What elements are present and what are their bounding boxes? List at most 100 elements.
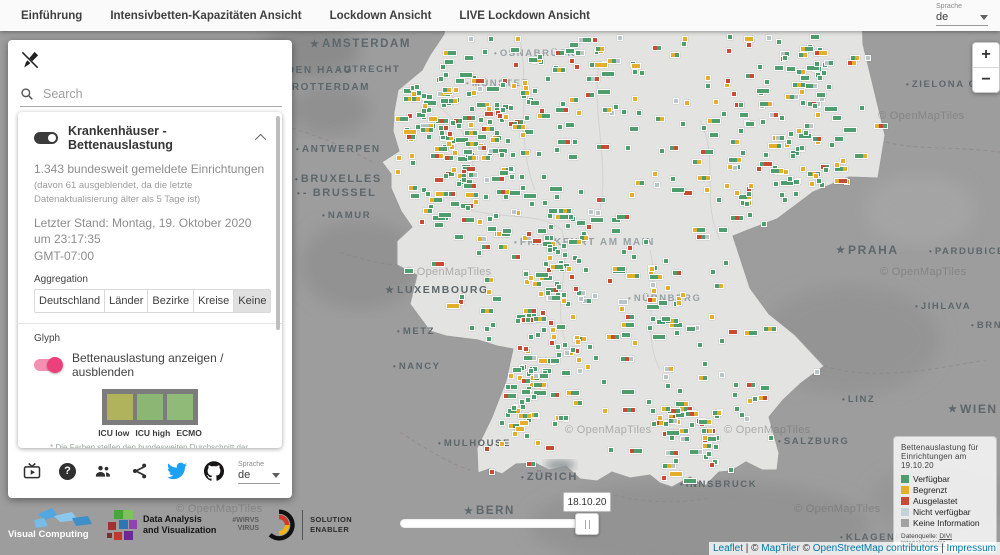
hospital-marker[interactable] — [865, 55, 871, 61]
hospital-marker[interactable] — [555, 249, 561, 255]
hospital-marker[interactable] — [712, 410, 722, 416]
hospital-marker[interactable] — [803, 130, 809, 136]
hospital-marker[interactable] — [709, 314, 715, 320]
hospital-marker[interactable] — [766, 35, 772, 41]
hospital-marker[interactable] — [596, 197, 606, 203]
hospital-marker[interactable] — [689, 449, 703, 455]
hospital-marker[interactable] — [532, 238, 542, 244]
hospital-marker[interactable] — [532, 88, 538, 94]
hospital-marker[interactable] — [533, 316, 547, 322]
hospital-marker[interactable] — [477, 236, 487, 242]
hospital-marker[interactable] — [515, 36, 521, 42]
hospital-marker[interactable] — [816, 92, 826, 98]
hospital-marker[interactable] — [799, 145, 805, 151]
hospital-marker[interactable] — [622, 407, 636, 413]
hospital-marker[interactable] — [621, 249, 627, 255]
hospital-marker[interactable] — [732, 392, 738, 398]
hospital-marker[interactable] — [658, 300, 668, 306]
hospital-marker[interactable] — [621, 389, 635, 395]
hospital-marker[interactable] — [629, 448, 643, 454]
time-slider-handle[interactable] — [575, 513, 599, 535]
hospital-marker[interactable] — [499, 152, 505, 158]
hospital-marker[interactable] — [670, 176, 676, 182]
panel-language-select[interactable]: Sprache de — [238, 461, 280, 484]
hospital-marker[interactable] — [696, 234, 710, 240]
hospital-marker[interactable] — [497, 113, 503, 119]
hospital-marker[interactable] — [798, 52, 808, 58]
hospital-marker[interactable] — [698, 375, 708, 381]
hospital-marker[interactable] — [702, 361, 708, 367]
hospital-marker[interactable] — [443, 50, 457, 56]
hospital-marker[interactable] — [549, 186, 563, 192]
hospital-marker[interactable] — [607, 58, 621, 64]
hospital-marker[interactable] — [562, 252, 568, 258]
hospital-marker[interactable] — [462, 115, 476, 121]
hospital-marker[interactable] — [804, 123, 814, 129]
hospital-marker[interactable] — [448, 98, 458, 104]
hospital-marker[interactable] — [730, 215, 744, 221]
hospital-marker[interactable] — [823, 167, 829, 173]
hospital-marker[interactable] — [513, 62, 519, 68]
hospital-marker[interactable] — [554, 147, 560, 153]
hospital-marker[interactable] — [539, 373, 549, 379]
hospital-marker[interactable] — [746, 42, 752, 48]
hospital-marker[interactable] — [663, 374, 669, 380]
share-icon[interactable] — [130, 461, 150, 481]
hospital-marker[interactable] — [676, 300, 682, 306]
hospital-marker[interactable] — [503, 194, 509, 200]
hospital-marker[interactable] — [665, 450, 679, 456]
hospital-marker[interactable] — [621, 109, 627, 115]
hospital-marker[interactable] — [465, 205, 471, 211]
hospital-marker[interactable] — [511, 254, 521, 260]
attribution-link[interactable]: MapTiler — [761, 543, 800, 554]
hospital-marker[interactable] — [698, 419, 712, 425]
hospital-marker[interactable] — [561, 243, 567, 249]
hospital-marker[interactable] — [663, 258, 669, 264]
hospital-marker[interactable] — [434, 222, 444, 228]
hospital-marker[interactable] — [746, 382, 756, 388]
hospital-marker[interactable] — [669, 145, 679, 151]
hospital-marker[interactable] — [731, 91, 737, 97]
hospital-marker[interactable] — [552, 421, 558, 427]
hospital-marker[interactable] — [677, 388, 683, 394]
hospital-marker[interactable] — [632, 69, 638, 75]
hospital-marker[interactable] — [430, 153, 444, 159]
hospital-marker[interactable] — [505, 384, 511, 390]
hospital-marker[interactable] — [763, 152, 769, 158]
hospital-marker[interactable] — [606, 334, 620, 340]
hospital-marker[interactable] — [639, 70, 645, 76]
hospital-marker[interactable] — [435, 191, 449, 197]
hospital-marker[interactable] — [595, 46, 605, 52]
hospital-marker[interactable] — [434, 146, 448, 152]
hospital-marker[interactable] — [832, 115, 842, 121]
hospital-marker[interactable] — [726, 48, 732, 54]
hospital-marker[interactable] — [625, 314, 635, 320]
hospital-marker[interactable] — [601, 379, 607, 385]
hospital-marker[interactable] — [594, 62, 608, 68]
hospital-marker[interactable] — [618, 299, 628, 305]
hospital-marker[interactable] — [545, 76, 551, 82]
hospital-marker[interactable] — [557, 124, 563, 130]
hospital-marker[interactable] — [503, 114, 509, 120]
hospital-marker[interactable] — [616, 214, 630, 220]
hospital-marker[interactable] — [756, 88, 770, 94]
hospital-marker[interactable] — [730, 139, 740, 145]
hospital-marker[interactable] — [461, 177, 467, 183]
hospital-marker[interactable] — [701, 428, 707, 434]
hospital-marker[interactable] — [578, 37, 592, 43]
hospital-marker[interactable] — [627, 245, 633, 251]
hospital-marker[interactable] — [586, 76, 600, 82]
hospital-marker[interactable] — [670, 52, 680, 58]
hospital-marker[interactable] — [587, 344, 593, 350]
hospital-marker[interactable] — [508, 373, 514, 379]
hospital-marker[interactable] — [528, 275, 534, 281]
hospital-marker[interactable] — [738, 102, 744, 108]
hospital-marker[interactable] — [646, 399, 652, 405]
hospital-marker[interactable] — [533, 382, 547, 388]
hospital-marker[interactable] — [477, 219, 483, 225]
hospital-marker[interactable] — [854, 153, 868, 159]
hospital-marker[interactable] — [499, 420, 505, 426]
hospital-marker[interactable] — [550, 327, 556, 333]
hospital-marker[interactable] — [538, 358, 548, 364]
hospital-marker[interactable] — [661, 475, 667, 481]
